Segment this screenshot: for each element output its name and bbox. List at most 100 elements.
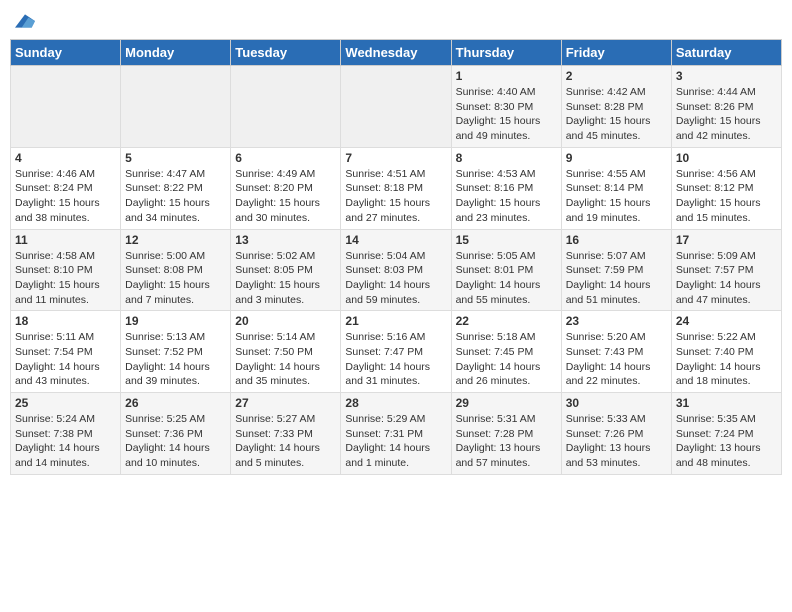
logo-icon: [15, 11, 35, 31]
day-number: 14: [345, 233, 446, 247]
weekday-header-tuesday: Tuesday: [231, 40, 341, 66]
day-info: Sunrise: 5:18 AM Sunset: 7:45 PM Dayligh…: [456, 330, 557, 389]
day-number: 13: [235, 233, 336, 247]
day-info: Sunrise: 5:09 AM Sunset: 7:57 PM Dayligh…: [676, 249, 777, 308]
day-info: Sunrise: 4:49 AM Sunset: 8:20 PM Dayligh…: [235, 167, 336, 226]
calendar-cell: 15 Sunrise: 5:05 AM Sunset: 8:01 PM Dayli…: [451, 229, 561, 311]
calendar-cell: 20 Sunrise: 5:14 AM Sunset: 7:50 PM Dayli…: [231, 311, 341, 393]
day-number: 12: [125, 233, 226, 247]
calendar-cell: 21 Sunrise: 5:16 AM Sunset: 7:47 PM Dayli…: [341, 311, 451, 393]
day-info: Sunrise: 5:27 AM Sunset: 7:33 PM Dayligh…: [235, 412, 336, 471]
calendar-cell: 14 Sunrise: 5:04 AM Sunset: 8:03 PM Dayli…: [341, 229, 451, 311]
calendar-cell: 5Sunrise: 4:47 AM Sunset: 8:22 PM Daylig…: [121, 147, 231, 229]
calendar-table: SundayMondayTuesdayWednesdayThursdayFrid…: [10, 39, 782, 475]
calendar-cell: 17 Sunrise: 5:09 AM Sunset: 7:57 PM Dayli…: [671, 229, 781, 311]
day-info: Sunrise: 5:00 AM Sunset: 8:08 PM Dayligh…: [125, 249, 226, 308]
weekday-header-wednesday: Wednesday: [341, 40, 451, 66]
day-number: 24: [676, 314, 777, 328]
day-number: 21: [345, 314, 446, 328]
day-info: Sunrise: 4:42 AM Sunset: 8:28 PM Dayligh…: [566, 85, 667, 144]
day-number: 8: [456, 151, 557, 165]
weekday-header-thursday: Thursday: [451, 40, 561, 66]
weekday-header-sunday: Sunday: [11, 40, 121, 66]
page-header: [10, 10, 782, 31]
calendar-cell: 16 Sunrise: 5:07 AM Sunset: 7:59 PM Dayli…: [561, 229, 671, 311]
day-number: 30: [566, 396, 667, 410]
day-info: Sunrise: 5:25 AM Sunset: 7:36 PM Dayligh…: [125, 412, 226, 471]
day-info: Sunrise: 5:04 AM Sunset: 8:03 PM Dayligh…: [345, 249, 446, 308]
calendar-cell: 26 Sunrise: 5:25 AM Sunset: 7:36 PM Dayli…: [121, 393, 231, 475]
calendar-cell: 8 Sunrise: 4:53 AM Sunset: 8:16 PM Daylig…: [451, 147, 561, 229]
calendar-cell: 6 Sunrise: 4:49 AM Sunset: 8:20 PM Daylig…: [231, 147, 341, 229]
day-info: Sunrise: 4:55 AM Sunset: 8:14 PM Dayligh…: [566, 167, 667, 226]
logo: [14, 10, 37, 31]
calendar-cell: 11 Sunrise: 4:58 AM Sunset: 8:10 PM Dayli…: [11, 229, 121, 311]
day-info: Sunrise: 5:24 AM Sunset: 7:38 PM Dayligh…: [15, 412, 116, 471]
weekday-header-monday: Monday: [121, 40, 231, 66]
day-info: Sunrise: 4:46 AM Sunset: 8:24 PM Dayligh…: [15, 167, 116, 226]
day-number: 1: [456, 69, 557, 83]
day-number: 31: [676, 396, 777, 410]
day-number: 20: [235, 314, 336, 328]
day-info: Sunrise: 5:11 AM Sunset: 7:54 PM Dayligh…: [15, 330, 116, 389]
day-number: 7: [345, 151, 446, 165]
calendar-cell: 22 Sunrise: 5:18 AM Sunset: 7:45 PM Dayli…: [451, 311, 561, 393]
day-info: Sunrise: 5:07 AM Sunset: 7:59 PM Dayligh…: [566, 249, 667, 308]
calendar-cell: 28 Sunrise: 5:29 AM Sunset: 7:31 PM Dayli…: [341, 393, 451, 475]
calendar-cell: 2 Sunrise: 4:42 AM Sunset: 8:28 PM Daylig…: [561, 66, 671, 148]
day-number: 19: [125, 314, 226, 328]
calendar-cell: [11, 66, 121, 148]
calendar-cell: 25 Sunrise: 5:24 AM Sunset: 7:38 PM Dayli…: [11, 393, 121, 475]
day-number: 17: [676, 233, 777, 247]
calendar-cell: 18 Sunrise: 5:11 AM Sunset: 7:54 PM Dayli…: [11, 311, 121, 393]
calendar-cell: 13Sunrise: 5:02 AM Sunset: 8:05 PM Dayli…: [231, 229, 341, 311]
day-info: Sunrise: 5:14 AM Sunset: 7:50 PM Dayligh…: [235, 330, 336, 389]
day-number: 3: [676, 69, 777, 83]
calendar-cell: [231, 66, 341, 148]
day-info: Sunrise: 4:51 AM Sunset: 8:18 PM Dayligh…: [345, 167, 446, 226]
calendar-cell: 24 Sunrise: 5:22 AM Sunset: 7:40 PM Dayli…: [671, 311, 781, 393]
day-number: 15: [456, 233, 557, 247]
day-info: Sunrise: 5:35 AM Sunset: 7:24 PM Dayligh…: [676, 412, 777, 471]
calendar-cell: 7 Sunrise: 4:51 AM Sunset: 8:18 PM Daylig…: [341, 147, 451, 229]
calendar-cell: 12 Sunrise: 5:00 AM Sunset: 8:08 PM Dayli…: [121, 229, 231, 311]
day-number: 25: [15, 396, 116, 410]
day-info: Sunrise: 5:05 AM Sunset: 8:01 PM Dayligh…: [456, 249, 557, 308]
day-number: 22: [456, 314, 557, 328]
weekday-header-saturday: Saturday: [671, 40, 781, 66]
calendar-cell: 31 Sunrise: 5:35 AM Sunset: 7:24 PM Dayli…: [671, 393, 781, 475]
day-number: 29: [456, 396, 557, 410]
calendar-cell: 29Sunrise: 5:31 AM Sunset: 7:28 PM Dayli…: [451, 393, 561, 475]
calendar-cell: 1 Sunrise: 4:40 AM Sunset: 8:30 PM Daylig…: [451, 66, 561, 148]
day-number: 26: [125, 396, 226, 410]
day-info: Sunrise: 5:16 AM Sunset: 7:47 PM Dayligh…: [345, 330, 446, 389]
day-info: Sunrise: 5:33 AM Sunset: 7:26 PM Dayligh…: [566, 412, 667, 471]
day-number: 23: [566, 314, 667, 328]
calendar-cell: 3 Sunrise: 4:44 AM Sunset: 8:26 PM Daylig…: [671, 66, 781, 148]
calendar-cell: [121, 66, 231, 148]
day-info: Sunrise: 5:22 AM Sunset: 7:40 PM Dayligh…: [676, 330, 777, 389]
day-number: 2: [566, 69, 667, 83]
day-info: Sunrise: 4:44 AM Sunset: 8:26 PM Dayligh…: [676, 85, 777, 144]
day-number: 27: [235, 396, 336, 410]
calendar-cell: 27 Sunrise: 5:27 AM Sunset: 7:33 PM Dayli…: [231, 393, 341, 475]
calendar-cell: 19Sunrise: 5:13 AM Sunset: 7:52 PM Dayli…: [121, 311, 231, 393]
day-number: 10: [676, 151, 777, 165]
day-number: 11: [15, 233, 116, 247]
day-info: Sunrise: 4:40 AM Sunset: 8:30 PM Dayligh…: [456, 85, 557, 144]
day-number: 18: [15, 314, 116, 328]
day-number: 16: [566, 233, 667, 247]
day-number: 6: [235, 151, 336, 165]
calendar-cell: 30 Sunrise: 5:33 AM Sunset: 7:26 PM Dayli…: [561, 393, 671, 475]
day-number: 9: [566, 151, 667, 165]
day-info: Sunrise: 4:47 AM Sunset: 8:22 PM Dayligh…: [125, 167, 226, 226]
calendar-cell: 9 Sunrise: 4:55 AM Sunset: 8:14 PM Daylig…: [561, 147, 671, 229]
day-number: 28: [345, 396, 446, 410]
day-info: Sunrise: 5:20 AM Sunset: 7:43 PM Dayligh…: [566, 330, 667, 389]
calendar-cell: 10 Sunrise: 4:56 AM Sunset: 8:12 PM Dayli…: [671, 147, 781, 229]
calendar-cell: [341, 66, 451, 148]
day-info: Sunrise: 4:56 AM Sunset: 8:12 PM Dayligh…: [676, 167, 777, 226]
day-info: Sunrise: 4:58 AM Sunset: 8:10 PM Dayligh…: [15, 249, 116, 308]
day-info: Sunrise: 5:29 AM Sunset: 7:31 PM Dayligh…: [345, 412, 446, 471]
day-info: Sunrise: 4:53 AM Sunset: 8:16 PM Dayligh…: [456, 167, 557, 226]
